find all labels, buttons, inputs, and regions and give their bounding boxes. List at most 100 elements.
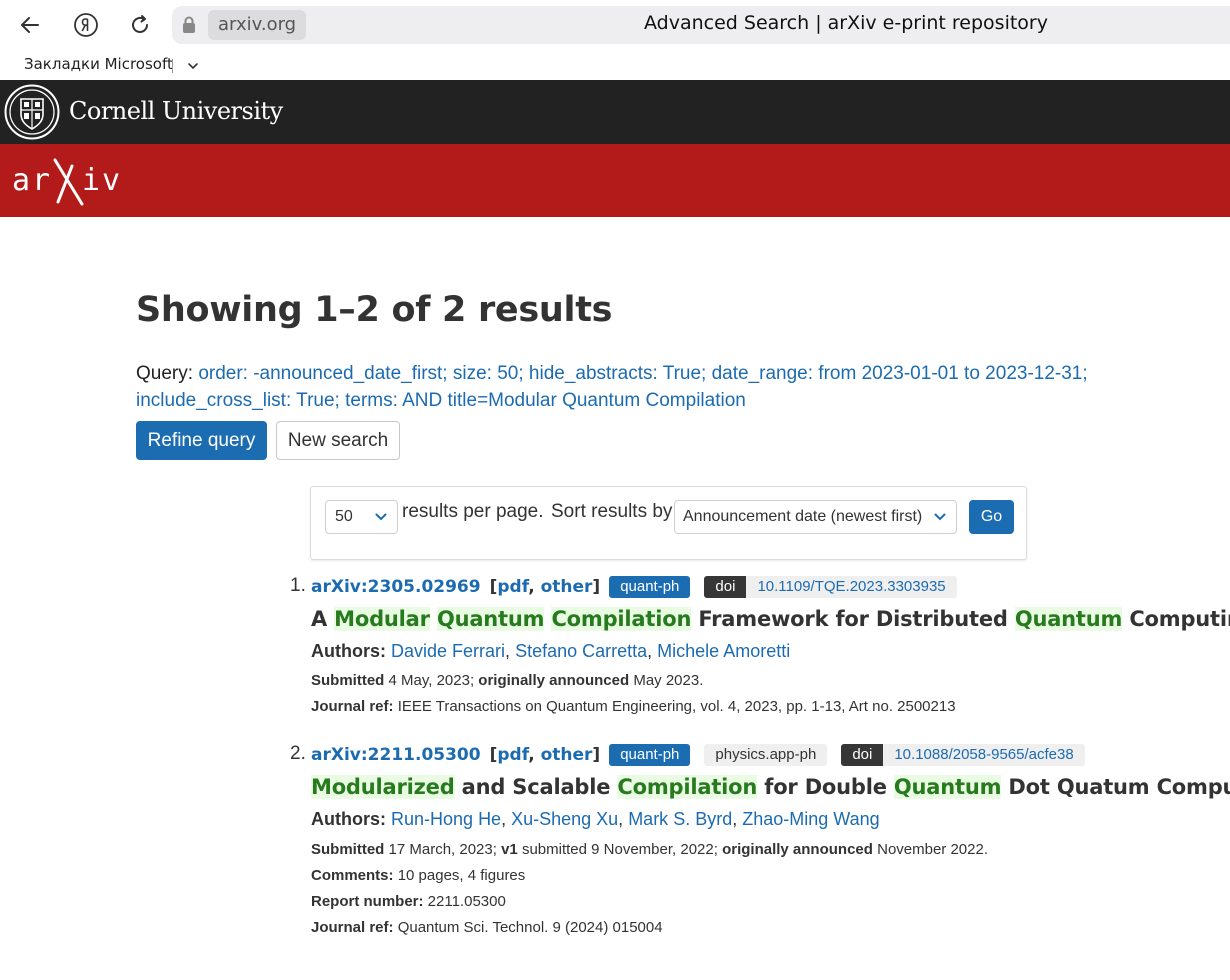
journal-value: IEEE Transactions on Quantum Engineering… bbox=[397, 698, 956, 715]
doi-badge: doi 10.1088/2058-9565/acfe38 bbox=[841, 744, 1085, 766]
title-text: Dot Quatum Computing bbox=[1008, 775, 1230, 799]
bracket-close: ] bbox=[592, 577, 601, 597]
go-button[interactable]: Go bbox=[969, 500, 1014, 534]
result-header: arXiv:2305.02969 [pdf, other] quant-ph d… bbox=[311, 575, 957, 599]
submitted-label: Submitted bbox=[311, 841, 385, 858]
doi-link[interactable]: 10.1088/2058-9565/acfe38 bbox=[883, 744, 1084, 766]
title-text: for Double bbox=[757, 775, 894, 799]
bookmark-divider bbox=[172, 59, 173, 73]
pdf-link[interactable]: pdf bbox=[497, 577, 528, 597]
announced-date: November 2022. bbox=[877, 841, 989, 858]
title-highlight: Quantum bbox=[436, 607, 545, 631]
journal-value: Quantum Sci. Technol. 9 (2024) 015004 bbox=[397, 919, 663, 936]
announced-date: May 2023. bbox=[633, 672, 704, 689]
author-link[interactable]: Zhao-Ming Wang bbox=[742, 809, 879, 829]
format-links: [pdf, other] bbox=[490, 745, 601, 765]
bookmark-folder[interactable]: Закладки Microsoft bbox=[24, 55, 173, 73]
arxiv-id-link[interactable]: arXiv:2305.02969 bbox=[311, 577, 481, 597]
primary-category-tag[interactable]: quant-ph bbox=[609, 744, 691, 766]
title-highlight: Quantum bbox=[1014, 607, 1123, 631]
lock-icon bbox=[182, 16, 196, 34]
title-text: and Scalable bbox=[454, 775, 618, 799]
version-label: v1 bbox=[501, 841, 518, 858]
sort-label: Sort results by bbox=[551, 501, 673, 522]
author-link[interactable]: Run-Hong He bbox=[391, 809, 501, 829]
arxiv-id-link[interactable]: arXiv:2211.05300 bbox=[311, 745, 481, 765]
new-search-button[interactable]: New search bbox=[276, 421, 400, 460]
author-link[interactable]: Michele Amoretti bbox=[657, 641, 790, 661]
yandex-icon[interactable] bbox=[70, 9, 102, 41]
bookmarks-bar: Закладки Microsoft bbox=[0, 50, 1230, 80]
results-controls: 50 results per page. Sort results by Ann… bbox=[310, 486, 1027, 560]
primary-category-tag[interactable]: quant-ph bbox=[609, 576, 691, 598]
author-link[interactable]: Xu-Sheng Xu bbox=[511, 809, 618, 829]
result-header: arXiv:2211.05300 [pdf, other] quant-ph p… bbox=[311, 743, 1085, 767]
comments-value: 10 pages, 4 figures bbox=[397, 867, 526, 884]
report-value: 2211.05300 bbox=[427, 893, 506, 910]
title-text: Computing bbox=[1129, 607, 1230, 631]
submission-info: Submitted 17 March, 2023; v1 submitted 9… bbox=[311, 841, 988, 858]
cornell-banner: Cornell University bbox=[0, 80, 1230, 144]
comments-info: Comments: 10 pages, 4 figures bbox=[311, 867, 525, 884]
result-authors: Authors: Run-Hong He, Xu-Sheng Xu, Mark … bbox=[311, 809, 880, 829]
doi-label: doi bbox=[704, 576, 747, 598]
svg-text:ar: ar bbox=[12, 163, 52, 198]
format-links: [pdf, other] bbox=[490, 577, 601, 597]
back-arrow-icon[interactable] bbox=[14, 9, 46, 41]
result-authors: Authors: Davide Ferrari, Stefano Carrett… bbox=[311, 641, 791, 661]
query-label: Query: bbox=[136, 363, 194, 384]
title-highlight: Compilation bbox=[617, 775, 758, 799]
results-heading: Showing 1–2 of 2 results bbox=[136, 290, 613, 330]
title-text: A bbox=[311, 607, 335, 631]
chevron-down-icon[interactable] bbox=[186, 58, 200, 72]
title-highlight: Modularized bbox=[311, 775, 455, 799]
sort-order-select[interactable]: Announcement date (newest first) bbox=[674, 500, 957, 534]
submitted-label: Submitted bbox=[311, 672, 385, 689]
chevron-down-icon bbox=[934, 513, 946, 521]
author-link[interactable]: Davide Ferrari bbox=[391, 641, 505, 661]
doi-link[interactable]: 10.1109/TQE.2023.3303935 bbox=[746, 576, 956, 598]
chevron-down-icon bbox=[375, 513, 387, 521]
doi-label: doi bbox=[841, 744, 884, 766]
svg-text:iv: iv bbox=[82, 163, 122, 198]
comments-label: Comments: bbox=[311, 867, 394, 884]
title-text: Framework for Distributed bbox=[691, 607, 1015, 631]
arxiv-logo[interactable]: ar iv bbox=[10, 154, 124, 208]
url-domain[interactable]: arxiv.org bbox=[208, 10, 307, 40]
result-title: Modularized and Scalable Compilation for… bbox=[311, 775, 1230, 799]
announced-label: originally announced bbox=[722, 841, 873, 858]
title-highlight: Quantum bbox=[893, 775, 1002, 799]
browser-toolbar: arxiv.org Advanced Search | arXiv e-prin… bbox=[0, 0, 1230, 50]
journal-label: Journal ref: bbox=[311, 919, 394, 936]
journal-ref: Journal ref: IEEE Transactions on Quantu… bbox=[311, 698, 956, 715]
title-highlight: Modular bbox=[334, 607, 430, 631]
query-link[interactable]: order: -announced_date_first; size: 50; … bbox=[136, 363, 1088, 411]
report-label: Report number: bbox=[311, 893, 424, 910]
announced-label: originally announced bbox=[478, 672, 630, 689]
other-formats-link[interactable]: other bbox=[541, 577, 593, 597]
title-text bbox=[430, 607, 437, 631]
cornell-seal-icon[interactable] bbox=[4, 84, 60, 140]
other-formats-link[interactable]: other bbox=[541, 745, 593, 765]
reload-icon[interactable] bbox=[124, 9, 156, 41]
journal-label: Journal ref: bbox=[311, 698, 394, 715]
doi-badge: doi 10.1109/TQE.2023.3303935 bbox=[704, 576, 957, 598]
results-size-select[interactable]: 50 bbox=[325, 500, 398, 534]
link-separator: , bbox=[528, 745, 541, 765]
report-number: Report number: 2211.05300 bbox=[311, 893, 506, 910]
submission-info: Submitted 4 May, 2023; originally announ… bbox=[311, 672, 703, 689]
pdf-link[interactable]: pdf bbox=[497, 745, 528, 765]
result-title: A Modular Quantum Compilation Framework … bbox=[311, 607, 1230, 631]
author-link[interactable]: Stefano Carretta bbox=[515, 641, 647, 661]
submitted-date: 17 March, 2023; bbox=[388, 841, 497, 858]
arxiv-header: ar iv bbox=[0, 144, 1230, 217]
author-link[interactable]: Mark S. Byrd bbox=[628, 809, 732, 829]
result-index: 2. bbox=[290, 743, 306, 764]
journal-ref: Journal ref: Quantum Sci. Technol. 9 (20… bbox=[311, 919, 663, 936]
bracket-close: ] bbox=[592, 745, 601, 765]
result-index: 1. bbox=[290, 575, 306, 596]
cornell-wordmark[interactable]: Cornell University bbox=[69, 97, 283, 125]
refine-query-button[interactable]: Refine query bbox=[136, 421, 267, 460]
link-separator: , bbox=[528, 577, 541, 597]
secondary-category-tag[interactable]: physics.app-ph bbox=[704, 744, 828, 766]
